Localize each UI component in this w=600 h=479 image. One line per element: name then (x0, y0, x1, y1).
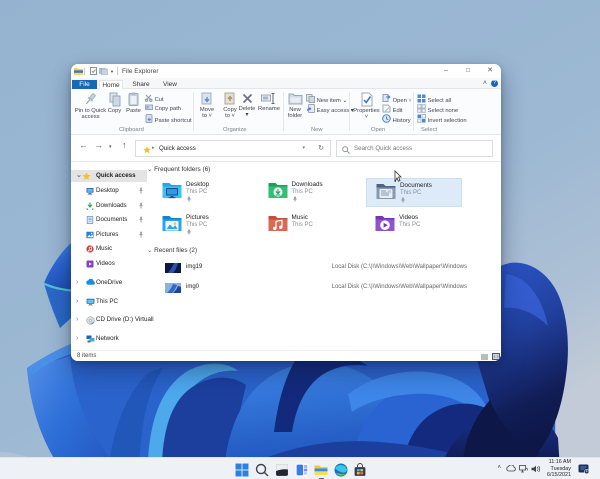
svg-text:4: 4 (586, 470, 588, 474)
